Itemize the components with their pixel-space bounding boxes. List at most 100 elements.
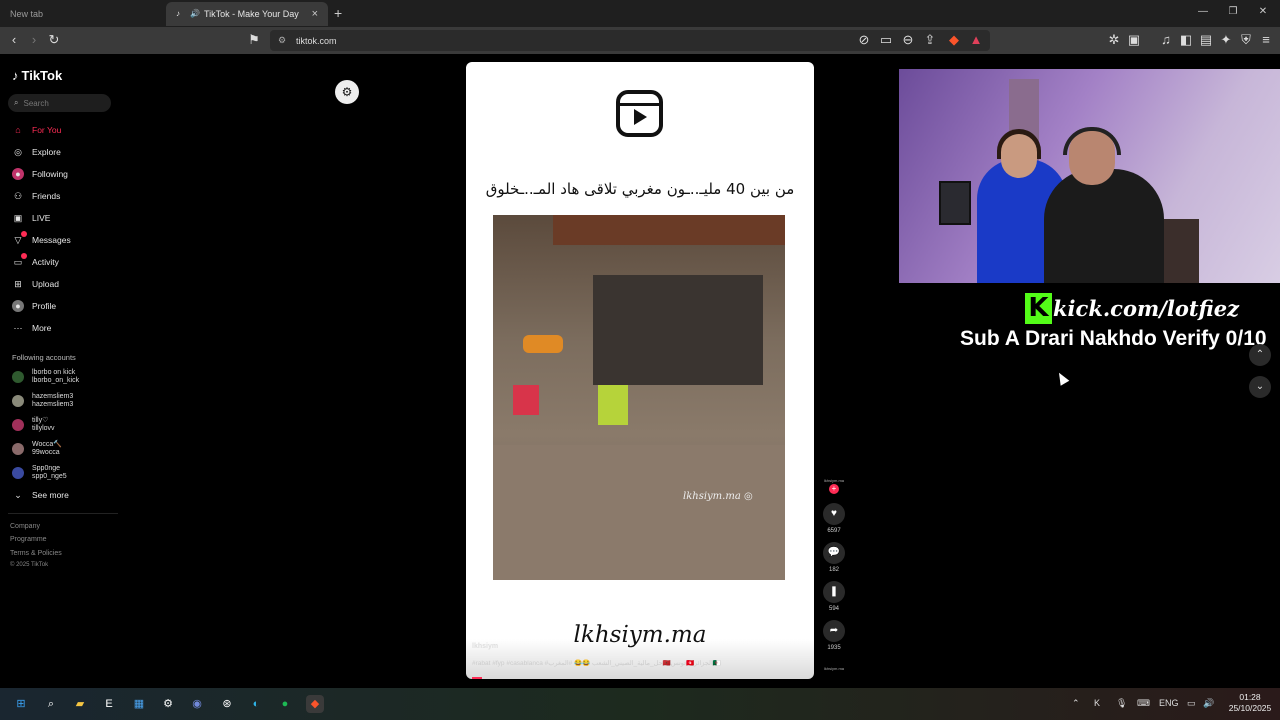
epic-games-icon[interactable]: E (100, 695, 118, 713)
windows-start-icon[interactable]: ⊞ (12, 695, 30, 713)
vpn-icon[interactable]: ⛨ (1238, 32, 1254, 48)
nav-profile[interactable]: ● Profile (12, 299, 56, 313)
close-tab-icon[interactable]: × (312, 8, 318, 20)
kick-tray-icon[interactable]: K (1094, 698, 1100, 708)
share-action[interactable]: ➦ 1935 (822, 620, 846, 651)
messages-icon: ▽ (12, 231, 27, 246)
bookmark-icon[interactable]: ⚑ (246, 32, 262, 48)
volume-icon[interactable]: 🔊 (1203, 698, 1214, 709)
divider (8, 513, 118, 514)
tray-overflow-icon[interactable]: ⌃ (1072, 698, 1080, 709)
keyboard-icon[interactable]: ⌨ (1137, 698, 1150, 709)
account-item[interactable]: hazemsliem3 hazemsliem3 (12, 391, 73, 411)
account-item[interactable]: tilly♡ tillylovv (12, 415, 55, 435)
close-window-button[interactable]: ✕ (1248, 6, 1278, 17)
clock[interactable]: 01:28 25/10/2025 (1224, 692, 1276, 714)
reload-button[interactable]: ↻ (46, 32, 62, 48)
profile-icon: ● (12, 300, 24, 312)
save-action[interactable]: ❚ 594 (822, 581, 846, 612)
zoom-icon[interactable]: ⊖ (900, 32, 916, 48)
screen-icon[interactable]: ▭ (878, 32, 894, 48)
speaker-icon[interactable]: 🔊 (190, 9, 200, 19)
new-tab-button[interactable]: + (334, 5, 342, 21)
search-input[interactable]: ⌕ Search (8, 94, 111, 112)
bookmark-icon[interactable]: ❚ (823, 581, 845, 603)
brave-rewards-icon[interactable]: ▲ (968, 32, 984, 47)
tiktok-sidebar: ♪ TikTok ⌕ Search ⌂ For You ◎ Explore ● … (0, 54, 120, 688)
time-text: 01:28 (1239, 692, 1261, 702)
language-indicator[interactable]: ENG (1159, 698, 1179, 708)
extensions-icon[interactable]: ✲ (1106, 32, 1122, 48)
edge-icon[interactable]: ◐ (247, 695, 265, 713)
nav-following[interactable]: ● Following (12, 167, 68, 181)
back-button[interactable]: ‹ (6, 32, 22, 47)
nav-upload[interactable]: ⊞ Upload (12, 277, 59, 291)
cast-icon[interactable]: ⊘ (856, 32, 872, 48)
leo-icon[interactable]: ✦ (1218, 32, 1234, 48)
share-arrow-icon[interactable]: ➦ (823, 620, 845, 642)
previous-video-button[interactable]: ⌃ (1249, 344, 1271, 366)
minimize-button[interactable]: — (1188, 6, 1218, 17)
tab-new-tab[interactable]: New tab (0, 2, 166, 26)
nav-explore[interactable]: ◎ Explore (12, 145, 61, 159)
site-info-icon[interactable]: ⚙ (278, 35, 286, 46)
video-player[interactable]: من بين 40 مليـ..ـون مغربي تلاقى هاد المـ… (466, 62, 814, 679)
brave-browser-icon[interactable]: ◆ (306, 695, 324, 713)
video-author[interactable]: lkhsiym (472, 643, 498, 650)
heart-icon[interactable]: ♥ (823, 503, 845, 525)
brave-shields-icon[interactable]: ◆ (946, 32, 962, 48)
tab-search-icon[interactable]: ▣ (1126, 32, 1142, 48)
footer-programme-link[interactable]: Programme (10, 536, 47, 543)
wallet-icon[interactable]: ▤ (1198, 32, 1214, 48)
settings-icon[interactable]: ⚙ (159, 695, 177, 713)
upload-icon: ⊞ (14, 279, 22, 289)
account-item[interactable]: lborbo on kick lborbo_on_kick (12, 367, 79, 387)
kick-overlay: K kick.com/lotfiez (1025, 292, 1239, 324)
notification-badge (21, 231, 27, 237)
video-caption: من بين 40 مليـ..ـون مغربي تلاقى هاد المـ… (485, 180, 795, 198)
account-item[interactable]: Wocca🔨 99wocca (12, 439, 62, 459)
comment-action[interactable]: 💬 182 (822, 542, 846, 573)
nav-messages[interactable]: ▽ Messages (12, 231, 71, 247)
taskbar-search-icon[interactable]: ⌕ (42, 695, 60, 713)
nav-more[interactable]: ⋯ More (12, 321, 52, 335)
see-more-button[interactable]: ⌄ See more (12, 488, 69, 502)
tab-tiktok[interactable]: ♪ 🔊 TikTok - Make Your Day × (166, 2, 328, 26)
next-video-button[interactable]: ⌄ (1249, 376, 1271, 398)
network-icon[interactable]: ▭ (1187, 698, 1196, 709)
spotify-icon[interactable]: ● (276, 695, 294, 713)
nav-for-you[interactable]: ⌂ For You (12, 123, 61, 137)
microphone-icon[interactable]: 🎙 (1116, 698, 1127, 709)
discord-icon[interactable]: ◉ (188, 695, 206, 713)
nav-activity[interactable]: ▭ Activity (12, 253, 59, 269)
share-icon[interactable]: ⇪ (922, 32, 938, 48)
microsoft-store-icon[interactable]: ▦ (130, 695, 148, 713)
account-item[interactable]: Spp0nge spp0_nge5 (12, 463, 67, 483)
avatar (12, 419, 24, 431)
like-action[interactable]: ♥ 6597 (822, 503, 846, 534)
maximize-button[interactable]: ❐ (1218, 6, 1248, 17)
friends-icon: ⚇ (13, 191, 23, 201)
tiktok-logo[interactable]: ♪ TikTok (12, 68, 62, 83)
menu-icon[interactable]: ≡ (1258, 32, 1274, 47)
windows-taskbar: ⊞ ⌕ ▰ E ▦ ⚙ ◉ ⊛ ◐ ● ◆ ⌃ K 🎙 ⌨ ENG ▭ 🔊 01… (0, 688, 1280, 720)
comment-icon[interactable]: 💬 (823, 542, 845, 564)
follow-button[interactable]: + (829, 484, 839, 494)
avatar (12, 395, 24, 407)
nav-live[interactable]: ▣ LIVE (12, 211, 51, 225)
sub-goal-text: Sub A Drari Nakhdo Verify 0/10 (960, 327, 1267, 350)
media-icon[interactable]: ♫ (1158, 32, 1174, 47)
next-creator-avatar[interactable]: lkhsiym.ma (824, 666, 844, 671)
footer-terms-link[interactable]: Terms & Policies (10, 550, 62, 557)
creator-avatar[interactable]: lkhsiym.ma (824, 478, 844, 483)
sidebar-toggle-icon[interactable]: ◧ (1178, 32, 1194, 48)
file-explorer-icon[interactable]: ▰ (71, 695, 89, 713)
footer-company-link[interactable]: Company (10, 523, 40, 530)
steam-icon[interactable]: ⚙ (335, 80, 359, 104)
video-hashtags[interactable]: #rabat #fyp #casablanca #حل_مالية_الصيني… (472, 659, 808, 667)
nav-friends[interactable]: ⚇ Friends (12, 189, 60, 203)
video-progress-bar[interactable] (472, 677, 482, 679)
forward-button[interactable]: › (26, 32, 42, 47)
steam-taskbar-icon[interactable]: ⊛ (218, 695, 236, 713)
activity-icon: ▭ (12, 253, 27, 268)
